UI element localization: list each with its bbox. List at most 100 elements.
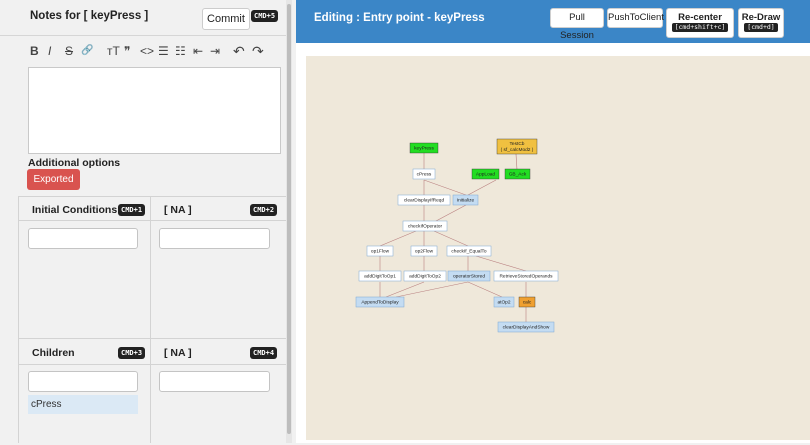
- graph-node-appendtodisplay[interactable]: AppendToDisplay: [355, 296, 405, 308]
- redraw-button[interactable]: Re-Draw [cmd+d]: [738, 8, 784, 38]
- redraw-shortcut: [cmd+d]: [744, 23, 778, 32]
- heading-icon[interactable]: ᴛT: [107, 42, 120, 60]
- redo-icon[interactable]: ↷: [252, 42, 264, 60]
- notes-header: Notes for [ keyPress ] Commit CMD+5: [0, 0, 286, 36]
- node-label: RetrieveStoredOperands: [499, 274, 553, 280]
- left-panel: Notes for [ keyPress ] Commit CMD+5 B I …: [0, 0, 291, 443]
- divider: [18, 338, 286, 339]
- node-label: cPress: [417, 172, 432, 178]
- na-top-input[interactable]: [159, 228, 270, 249]
- divider: [150, 338, 151, 443]
- graph-node-cpress[interactable]: cPress: [412, 168, 436, 180]
- editor-header: Editing : Entry point - keyPress Pull Se…: [296, 0, 810, 43]
- graph-node-keypress[interactable]: keyPress: [409, 142, 439, 154]
- graph-node-appload[interactable]: AppLoad: [471, 168, 500, 180]
- bullet-list-icon[interactable]: ☰: [158, 42, 169, 60]
- graph-node-retrievestoredoperands[interactable]: RetrieveStoredOperands: [493, 270, 559, 282]
- graph-node-operatorstored[interactable]: operatorStored: [447, 270, 491, 282]
- node-label: addDigitToOp1: [364, 274, 396, 280]
- graph-node-gback[interactable]: GB_Ack: [504, 168, 531, 180]
- scrollbar-thumb[interactable]: [287, 4, 291, 434]
- edge: [433, 230, 469, 247]
- numbered-list-icon[interactable]: ☷: [175, 42, 186, 60]
- quote-icon[interactable]: ❞: [124, 42, 130, 60]
- edge: [467, 179, 497, 196]
- graph-node-testcb[interactable]: TestCb ( sf_calcMod2 ): [496, 138, 538, 155]
- graph-nodes: keyPress TestCb ( sf_calcMod2 ) cPress A…: [355, 138, 559, 333]
- divider: [150, 196, 151, 338]
- na-top-shortcut-badge: CMD+2: [250, 204, 278, 216]
- graph-node-op1flow[interactable]: op1Flow: [366, 245, 394, 257]
- left-panel-scrollbar[interactable]: [286, 0, 292, 443]
- push-to-client-button[interactable]: PushToClient: [607, 8, 664, 28]
- undo-icon[interactable]: ↶: [233, 42, 245, 60]
- graph-node-op2flow[interactable]: op2Flow: [410, 245, 438, 257]
- na-top-title: [ NA ]: [164, 204, 192, 216]
- additional-options-label: Additional options: [28, 157, 121, 169]
- children-title: Children: [32, 347, 75, 359]
- graph-node-atop2[interactable]: atOp2: [493, 296, 515, 308]
- node-label: clearDisplayIfReqd: [404, 198, 445, 204]
- notes-title: Notes for [ keyPress ]: [30, 10, 149, 22]
- flow-graph: keyPress TestCb ( sf_calcMod2 ) cPress A…: [355, 138, 559, 333]
- recenter-shortcut: [cmd+shift+c]: [671, 23, 729, 32]
- bold-icon[interactable]: B: [30, 42, 39, 60]
- recenter-button[interactable]: Re-center [cmd+shift+c]: [666, 8, 734, 38]
- outdent-icon[interactable]: ⇤: [193, 42, 203, 60]
- exported-button[interactable]: Exported: [27, 169, 80, 190]
- edge: [475, 255, 527, 272]
- divider: [18, 196, 19, 443]
- graph-node-checkifequalto[interactable]: checkIf_EqualTo: [446, 245, 492, 257]
- graph-node-initialize[interactable]: Initialize: [452, 194, 479, 206]
- commit-shortcut-badge: CMD+5: [251, 10, 279, 22]
- graph-canvas[interactable]: keyPress TestCb ( sf_calcMod2 ) cPress A…: [306, 56, 810, 440]
- right-panel: Editing : Entry point - keyPress Pull Se…: [296, 0, 810, 443]
- graph-node-adddigittoop2[interactable]: addDigitToOp2: [403, 270, 447, 282]
- graph-node-calc[interactable]: calc: [518, 296, 536, 308]
- edge: [395, 281, 469, 298]
- initial-conditions-title: Initial Conditions: [32, 204, 118, 216]
- graph-edges: [379, 153, 527, 322]
- children-shortcut-badge: CMD+3: [118, 347, 146, 359]
- child-list-item[interactable]: cPress: [28, 395, 138, 414]
- node-label: keyPress: [414, 146, 434, 152]
- redraw-label: Re-Draw: [741, 12, 781, 23]
- node-label: op2Flow: [415, 249, 434, 255]
- initial-conditions-shortcut-badge: CMD+1: [118, 204, 146, 216]
- node-label: Initialize: [457, 198, 475, 204]
- edge: [385, 281, 425, 298]
- indent-icon[interactable]: ⇥: [210, 42, 220, 60]
- node-label: addDigitToOp2: [409, 274, 441, 280]
- divider: [18, 196, 286, 197]
- children-input[interactable]: [28, 371, 138, 392]
- edge: [515, 153, 518, 171]
- node-label: atOp2: [497, 300, 510, 306]
- divider: [18, 364, 286, 365]
- edge: [467, 281, 503, 298]
- node-label: TestCb: [510, 141, 525, 147]
- na-bottom-input[interactable]: [159, 371, 270, 392]
- code-icon[interactable]: <>: [140, 42, 154, 60]
- graph-node-adddigittoop1[interactable]: addDigitToOp1: [358, 270, 402, 282]
- node-label: op1Flow: [371, 249, 390, 255]
- node-label: AppLoad: [476, 172, 496, 178]
- graph-node-cleardisplayifreqd[interactable]: clearDisplayIfReqd: [397, 194, 451, 206]
- node-label: AppendToDisplay: [361, 300, 399, 306]
- na-bottom-shortcut-badge: CMD+4: [250, 347, 278, 359]
- graph-node-checkifoperator[interactable]: checkIfOperator: [402, 220, 448, 232]
- editing-title: Editing : Entry point - keyPress: [314, 12, 485, 24]
- node-label: operatorStored: [453, 274, 485, 280]
- commit-button[interactable]: Commit: [202, 8, 250, 30]
- italic-icon[interactable]: I: [48, 42, 51, 60]
- link-icon[interactable]: 🔗: [81, 42, 93, 60]
- node-label: ( sf_calcMod2 ): [501, 147, 534, 153]
- graph-node-cleardisplayandshow[interactable]: clearDisplayAndShow: [497, 321, 555, 333]
- notes-editor[interactable]: [28, 67, 281, 154]
- node-label: GB_Ack: [509, 172, 527, 178]
- initial-conditions-input[interactable]: [28, 228, 138, 249]
- edge: [435, 204, 467, 222]
- pull-session-button[interactable]: Pull Session: [550, 8, 604, 41]
- strikethrough-icon[interactable]: S: [65, 42, 73, 60]
- node-label: checkIfOperator: [408, 224, 443, 230]
- recenter-label: Re-center: [678, 12, 722, 23]
